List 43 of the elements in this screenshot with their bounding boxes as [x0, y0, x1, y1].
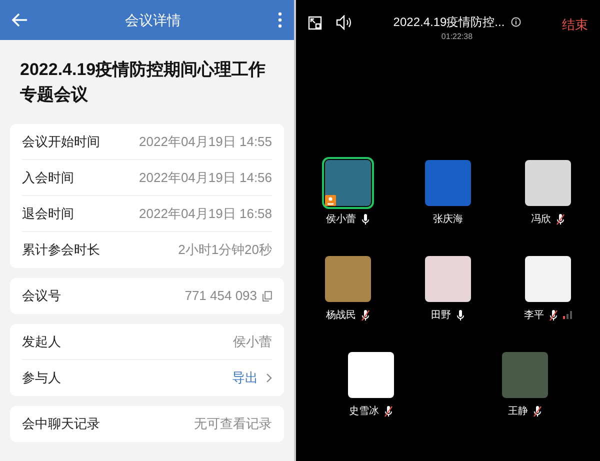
- row-value: 侯小蕾: [233, 332, 272, 351]
- row-value: 2小时1分钟20秒: [178, 241, 272, 260]
- row-label: 入会时间: [22, 168, 75, 187]
- muted-microphone-icon[interactable]: [533, 406, 542, 416]
- row-value: 2022年04月19日 14:56: [139, 168, 272, 187]
- info-icon[interactable]: [510, 17, 521, 27]
- participant-name: 李平: [524, 308, 544, 322]
- more-icon[interactable]: [278, 12, 282, 28]
- meeting-timer: 01:22:38: [441, 31, 473, 43]
- row-value: 771 454 093: [184, 287, 258, 306]
- header-title: 会议详情: [124, 10, 182, 30]
- row-label: 发起人: [22, 332, 62, 351]
- row-value: 无可查看记录: [194, 415, 272, 434]
- row-label: 会议开始时间: [22, 132, 101, 151]
- microphone-icon[interactable]: [361, 214, 370, 224]
- participant-name: 王静: [508, 404, 528, 418]
- row-value: 2022年04月19日 16:58: [139, 204, 272, 223]
- end-button[interactable]: 结束: [562, 15, 588, 34]
- row-label: 会议号: [22, 287, 62, 306]
- copy-icon[interactable]: [262, 290, 272, 302]
- row-value: 2022年04月19日 14:55: [139, 132, 272, 151]
- row-label: 参与人: [22, 369, 62, 388]
- participant-name: 杨战民: [326, 308, 356, 322]
- row-label: 会中聊天记录: [22, 415, 101, 434]
- participant-name: 冯欣: [531, 212, 551, 226]
- speaker-icon[interactable]: [336, 15, 352, 30]
- participant-name: 张庆海: [433, 212, 463, 226]
- meeting-title: 2022.4.19疫情防控期间心理工作专题会议: [19, 59, 267, 106]
- muted-microphone-icon[interactable]: [549, 310, 558, 320]
- muted-microphone-icon[interactable]: [556, 214, 565, 224]
- meeting-title: 2022.4.19疫情防控...: [393, 14, 505, 31]
- minimize-icon[interactable]: [308, 16, 322, 30]
- export-link[interactable]: 导出: [232, 368, 258, 388]
- row-label: 退会时间: [22, 204, 75, 223]
- microphone-icon[interactable]: [456, 310, 465, 320]
- participant-name: 侯小蕾: [326, 212, 356, 226]
- participant-name: 史雪冰: [349, 404, 379, 418]
- participant-name: 田野: [431, 308, 451, 322]
- muted-microphone-icon[interactable]: [384, 406, 393, 416]
- row-label: 累计参会时长: [22, 241, 101, 260]
- chevron-icon[interactable]: [266, 373, 272, 383]
- muted-microphone-icon[interactable]: [361, 310, 370, 320]
- back-icon[interactable]: [12, 13, 28, 27]
